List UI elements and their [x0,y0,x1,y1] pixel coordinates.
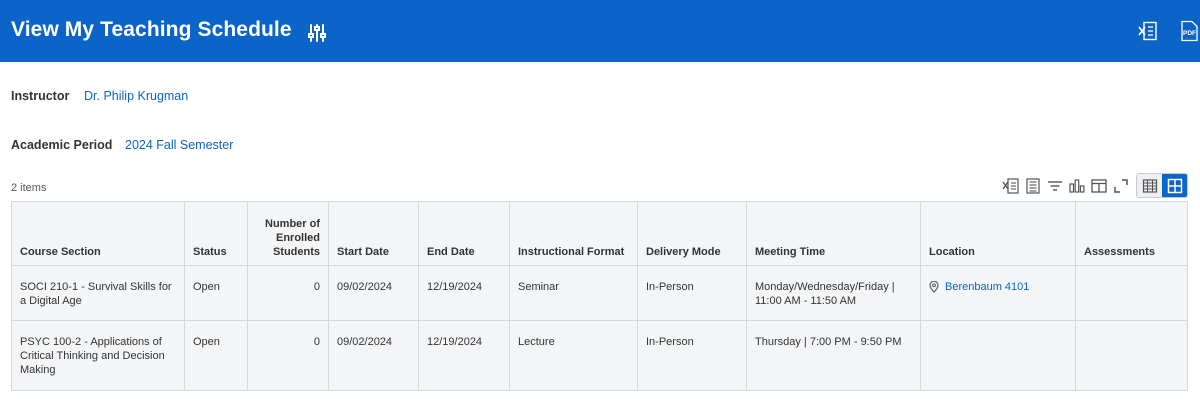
filter-icon[interactable] [1044,175,1066,197]
column-header-end-date[interactable]: End Date [418,201,510,266]
page-header: View My Teaching Schedule PDF [0,0,1200,62]
academic-period-field: Academic Period 2024 Fall Semester [11,138,233,152]
end-date-cell: 12/19/2024 [418,265,510,321]
assessments-cell [1075,265,1188,321]
table-view-icon[interactable] [1137,174,1162,197]
enrolled-students-cell: 0 [247,320,329,391]
meeting-time-cell: Thursday | 7:00 PM - 9:50 PM [746,320,921,391]
fullscreen-icon[interactable] [1110,175,1132,197]
grid-view-icon[interactable] [1162,174,1187,197]
instructional-format-cell: Seminar [509,265,638,321]
delivery-mode-cell: In-Person [637,320,747,391]
status-cell: Open [184,320,248,391]
page-title: View My Teaching Schedule [11,18,292,41]
excel-export-icon[interactable] [1000,175,1022,197]
column-header-delivery-mode[interactable]: Delivery Mode [637,201,747,266]
delivery-mode-cell: In-Person [637,265,747,321]
course-section-cell: PSYC 100-2 - Applications of Critical Th… [11,320,185,391]
table-row: SOCI 210-1 - Survival Skills for a Digit… [11,265,1188,321]
location-cell [920,320,1076,391]
column-header-location[interactable]: Location [920,201,1076,266]
location-label: Berenbaum 4101 [945,281,1030,293]
instructor-link[interactable]: Dr. Philip Krugman [84,89,188,103]
pdf-export-icon[interactable]: PDF [1179,20,1199,42]
table-row: PSYC 100-2 - Applications of Critical Th… [11,320,1188,391]
course-section-cell: SOCI 210-1 - Survival Skills for a Digit… [11,265,185,321]
location-cell: Berenbaum 4101 [920,265,1076,321]
academic-period-link[interactable]: 2024 Fall Semester [125,138,233,152]
svg-text:PDF: PDF [1183,30,1196,37]
excel-export-icon[interactable] [1137,20,1159,42]
layout-icon[interactable] [1088,175,1110,197]
column-header-instructional-format[interactable]: Instructional Format [509,201,638,266]
table-header-row: Course Section Status Number of Enrolled… [11,201,1188,266]
instructional-format-cell: Lecture [509,320,638,391]
meeting-time-cell: Monday/Wednesday/Friday | 11:00 AM - 11:… [746,265,921,321]
grid-toolbar [1000,174,1132,198]
enrolled-students-cell: 0 [247,265,329,321]
items-count: 2 items [11,182,47,194]
column-settings-icon[interactable] [1022,175,1044,197]
start-date-cell: 09/02/2024 [328,320,419,391]
location-link[interactable]: Berenbaum 4101 [929,280,1029,294]
view-toggle [1136,173,1188,198]
assessments-cell [1075,320,1188,391]
academic-period-label: Academic Period [11,138,113,152]
column-header-start-date[interactable]: Start Date [328,201,419,266]
instructor-field: Instructor Dr. Philip Krugman [11,89,188,103]
column-header-status[interactable]: Status [184,201,248,266]
status-cell: Open [184,265,248,321]
location-pin-icon [929,281,939,293]
start-date-cell: 09/02/2024 [328,265,419,321]
column-header-course-section[interactable]: Course Section [11,201,185,266]
column-header-enrolled-students[interactable]: Number of Enrolled Students [247,201,329,266]
filter-icon[interactable] [307,22,327,44]
column-header-meeting-time[interactable]: Meeting Time [746,201,921,266]
end-date-cell: 12/19/2024 [418,320,510,391]
chart-icon[interactable] [1066,175,1088,197]
teaching-schedule-table: Course Section Status Number of Enrolled… [11,201,1188,391]
column-header-assessments[interactable]: Assessments [1075,201,1188,266]
instructor-label: Instructor [11,89,70,103]
